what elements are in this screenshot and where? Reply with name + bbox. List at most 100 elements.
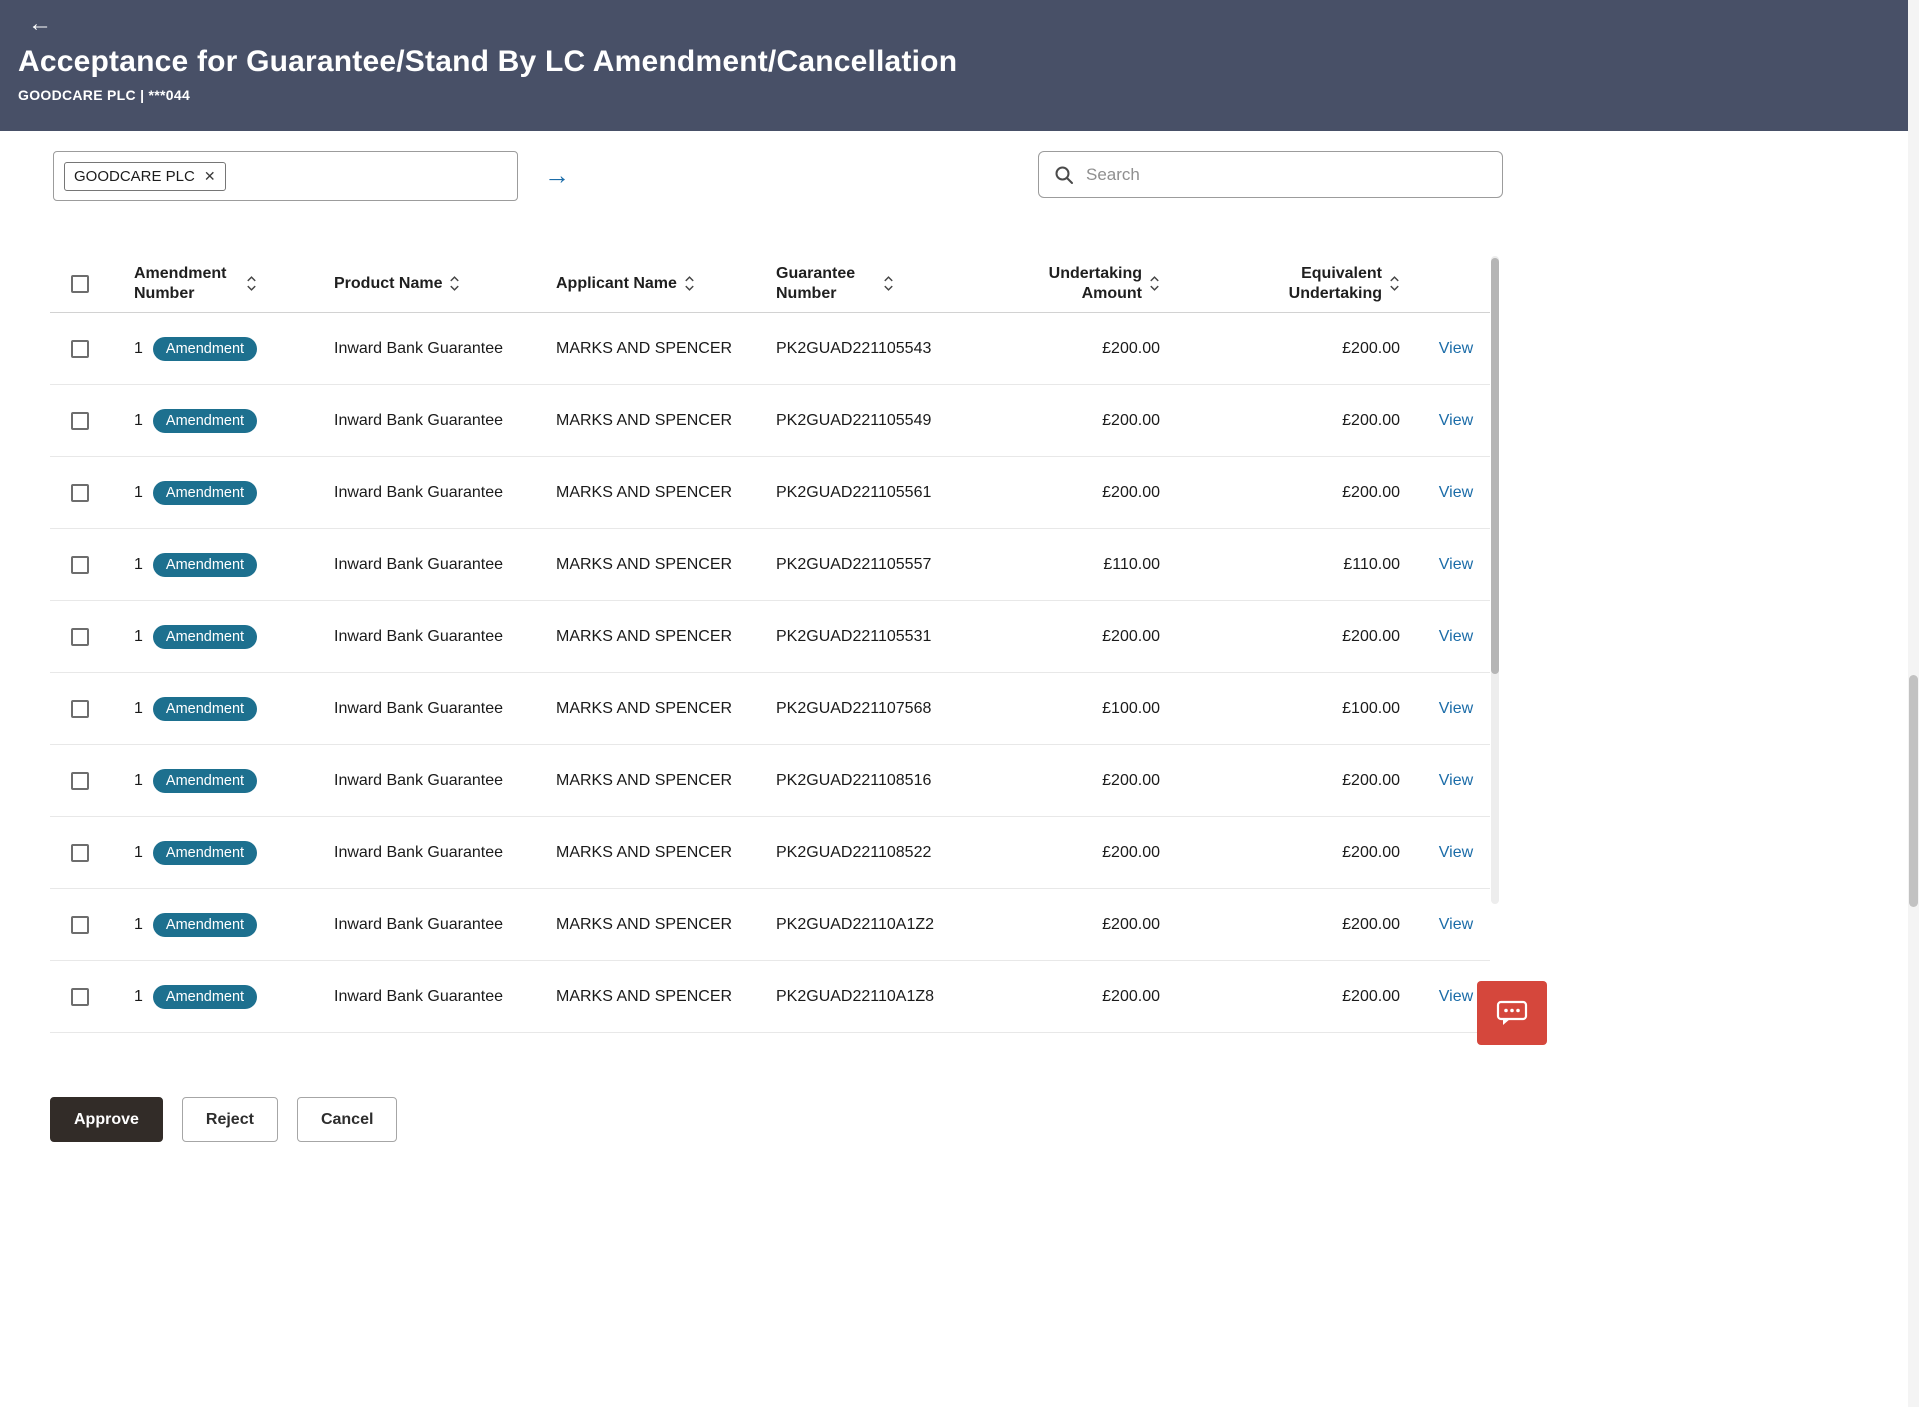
sort-icon[interactable] [883, 275, 894, 292]
product-name: Inward Bank Guarantee [310, 529, 532, 600]
view-link[interactable]: View [1439, 988, 1473, 1006]
product-name: Inward Bank Guarantee [310, 745, 532, 816]
row-checkbox[interactable] [71, 628, 89, 646]
undertaking-amount: £200.00 [982, 889, 1182, 960]
chip-close-icon[interactable]: ✕ [204, 169, 216, 183]
table-row: 1 Amendment Inward Bank Guarantee MARKS … [50, 313, 1490, 385]
equivalent-undertaking: £200.00 [1182, 745, 1422, 816]
table-row: 1 Amendment Inward Bank Guarantee MARKS … [50, 673, 1490, 745]
table-row: 1 Amendment Inward Bank Guarantee MARKS … [50, 745, 1490, 817]
page-scrollbar-thumb[interactable] [1909, 675, 1918, 907]
amendment-badge: Amendment [153, 553, 257, 577]
applicant-name: MARKS AND SPENCER [532, 673, 752, 744]
table-row: 1 Amendment Inward Bank Guarantee MARKS … [50, 529, 1490, 601]
amendment-number: 1 [134, 700, 143, 718]
table-row: 1 Amendment Inward Bank Guarantee MARKS … [50, 817, 1490, 889]
column-guarantee-number[interactable]: Guarantee Number [752, 255, 982, 312]
guarantee-number: PK2GUAD221105543 [752, 313, 982, 384]
view-link[interactable]: View [1439, 412, 1473, 430]
cancel-button[interactable]: Cancel [297, 1097, 397, 1142]
guarantee-number: PK2GUAD221105531 [752, 601, 982, 672]
guarantee-number: PK2GUAD221105549 [752, 385, 982, 456]
guarantee-number: PK2GUAD221105557 [752, 529, 982, 600]
amendment-badge: Amendment [153, 481, 257, 505]
row-checkbox[interactable] [71, 700, 89, 718]
sort-icon[interactable] [246, 275, 257, 292]
view-link[interactable]: View [1439, 484, 1473, 502]
guarantee-number: PK2GUAD221105561 [752, 457, 982, 528]
amendment-number: 1 [134, 628, 143, 646]
view-link[interactable]: View [1439, 340, 1473, 358]
applicant-name: MARKS AND SPENCER [532, 385, 752, 456]
row-checkbox[interactable] [71, 844, 89, 862]
amendment-number: 1 [134, 844, 143, 862]
undertaking-amount: £110.00 [982, 529, 1182, 600]
equivalent-undertaking: £200.00 [1182, 601, 1422, 672]
search-input[interactable] [1086, 165, 1487, 185]
amendment-number: 1 [134, 556, 143, 574]
product-name: Inward Bank Guarantee [310, 673, 532, 744]
view-link[interactable]: View [1439, 916, 1473, 934]
row-checkbox[interactable] [71, 772, 89, 790]
row-checkbox[interactable] [71, 412, 89, 430]
undertaking-amount: £200.00 [982, 745, 1182, 816]
chat-button[interactable] [1477, 981, 1547, 1045]
search-icon [1054, 165, 1074, 185]
table-row: 1 Amendment Inward Bank Guarantee MARKS … [50, 385, 1490, 457]
view-link[interactable]: View [1439, 556, 1473, 574]
table-row: 1 Amendment Inward Bank Guarantee MARKS … [50, 601, 1490, 673]
product-name: Inward Bank Guarantee [310, 313, 532, 384]
sort-icon[interactable] [449, 275, 460, 292]
app-header: ← Acceptance for Guarantee/Stand By LC A… [0, 0, 1919, 131]
sort-icon[interactable] [1389, 275, 1400, 292]
page-subtitle: GOODCARE PLC | ***044 [18, 87, 1901, 103]
view-link[interactable]: View [1439, 844, 1473, 862]
sort-icon[interactable] [684, 275, 695, 292]
sort-icon[interactable] [1149, 275, 1160, 292]
amendment-number: 1 [134, 988, 143, 1006]
undertaking-amount: £200.00 [982, 601, 1182, 672]
amendment-badge: Amendment [153, 841, 257, 865]
footer-actions: Approve Reject Cancel [50, 1097, 397, 1142]
amendment-badge: Amendment [153, 625, 257, 649]
select-all-checkbox[interactable] [71, 275, 89, 293]
amendment-badge: Amendment [153, 985, 257, 1009]
back-arrow-icon[interactable]: ← [28, 12, 52, 36]
applicant-name: MARKS AND SPENCER [532, 601, 752, 672]
applicant-name: MARKS AND SPENCER [532, 961, 752, 1032]
amendment-number: 1 [134, 484, 143, 502]
table-body: 1 Amendment Inward Bank Guarantee MARKS … [50, 313, 1490, 1033]
view-link[interactable]: View [1439, 628, 1473, 646]
amendment-number: 1 [134, 340, 143, 358]
product-name: Inward Bank Guarantee [310, 457, 532, 528]
view-link[interactable]: View [1439, 772, 1473, 790]
row-checkbox[interactable] [71, 340, 89, 358]
row-checkbox[interactable] [71, 484, 89, 502]
reject-button[interactable]: Reject [182, 1097, 278, 1142]
undertaking-amount: £200.00 [982, 961, 1182, 1032]
party-filter-input[interactable]: GOODCARE PLC ✕ [53, 151, 518, 201]
search-box [1038, 151, 1503, 198]
view-link[interactable]: View [1439, 700, 1473, 718]
table-row: 1 Amendment Inward Bank Guarantee MARKS … [50, 457, 1490, 529]
applicant-name: MARKS AND SPENCER [532, 817, 752, 888]
apply-filter-arrow-button[interactable]: → [544, 160, 570, 191]
guarantee-number: PK2GUAD22110A1Z8 [752, 961, 982, 1032]
approve-button[interactable]: Approve [50, 1097, 163, 1142]
column-undertaking-amount[interactable]: Undertaking Amount [982, 255, 1182, 312]
row-checkbox[interactable] [71, 556, 89, 574]
equivalent-undertaking: £200.00 [1182, 313, 1422, 384]
column-equivalent-undertaking[interactable]: Equivalent Undertaking [1182, 255, 1422, 312]
row-checkbox[interactable] [71, 916, 89, 934]
amendment-number: 1 [134, 412, 143, 430]
column-product-name[interactable]: Product Name [310, 255, 532, 312]
table-scrollbar-thumb[interactable] [1491, 258, 1499, 674]
guarantee-number: PK2GUAD22110A1Z2 [752, 889, 982, 960]
chat-bubble-icon [1495, 998, 1529, 1028]
column-amendment-number[interactable]: Amendment Number [110, 255, 310, 312]
product-name: Inward Bank Guarantee [310, 889, 532, 960]
row-checkbox[interactable] [71, 988, 89, 1006]
column-applicant-name[interactable]: Applicant Name [532, 255, 752, 312]
amendment-badge: Amendment [153, 409, 257, 433]
amendment-badge: Amendment [153, 913, 257, 937]
